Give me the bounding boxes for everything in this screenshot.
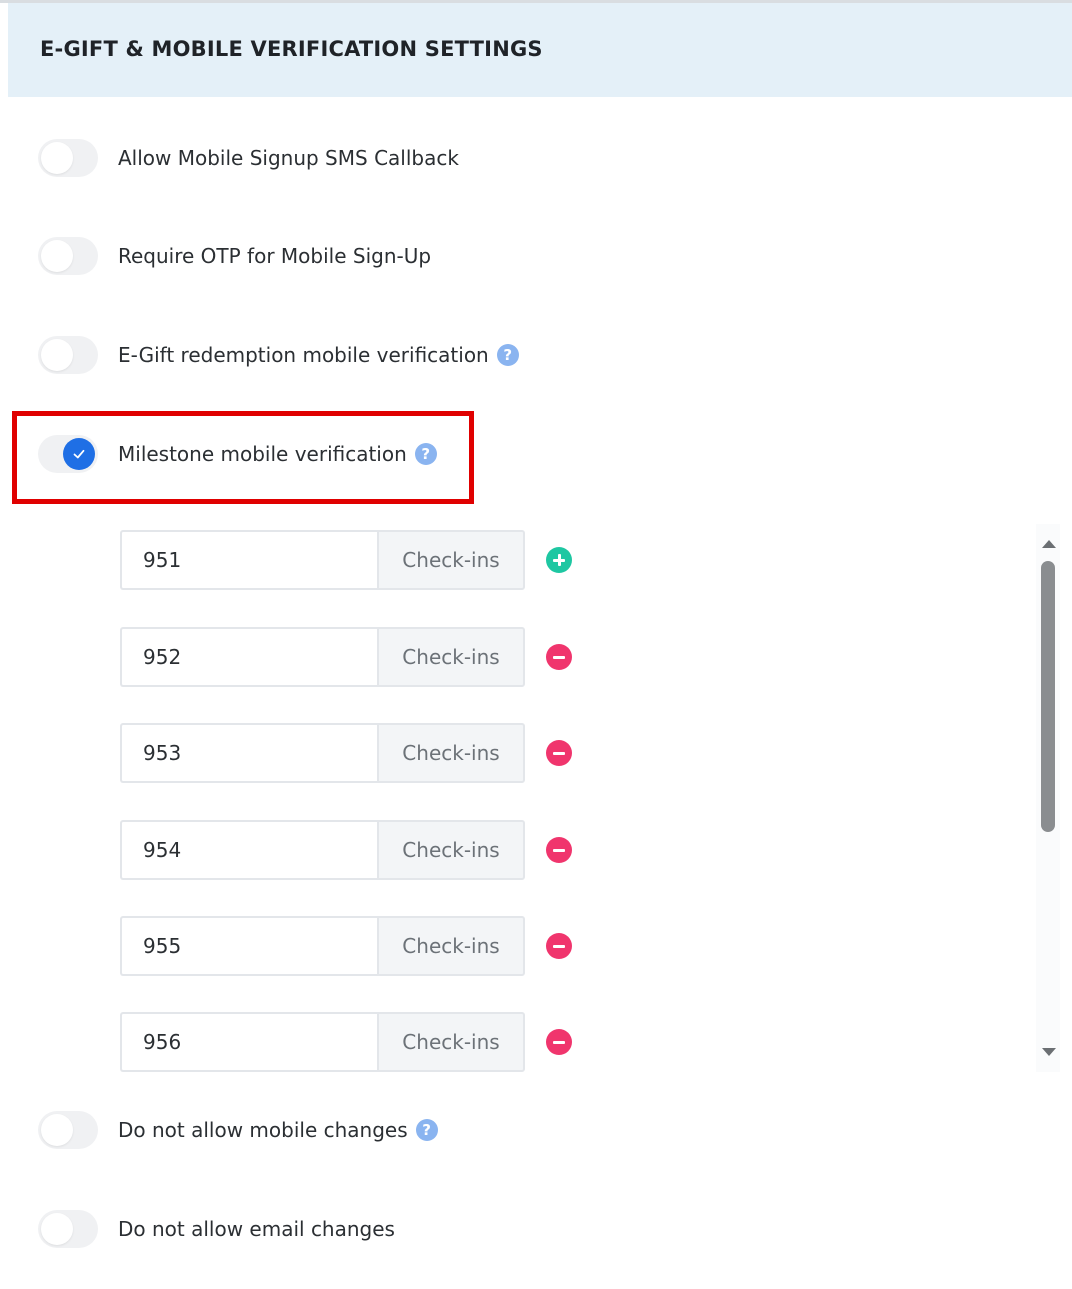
help-icon[interactable]: ? xyxy=(414,443,437,465)
milestone-row: 954 Check-ins xyxy=(120,820,572,880)
minus-icon xyxy=(553,944,565,948)
setting-label: Do not allow mobile changes xyxy=(118,1118,408,1142)
remove-milestone-button[interactable] xyxy=(546,837,572,863)
section-title: E-GIFT & MOBILE VERIFICATION SETTINGS xyxy=(40,37,543,61)
toggle-no-mobile-changes[interactable] xyxy=(38,1111,98,1149)
minus-icon xyxy=(553,655,565,659)
setting-label: Require OTP for Mobile Sign-Up xyxy=(118,244,432,268)
check-icon xyxy=(73,449,85,459)
toggle-no-email-changes[interactable] xyxy=(38,1210,98,1248)
toggle-knob xyxy=(41,1114,73,1146)
milestone-value-input[interactable]: 954 xyxy=(120,820,377,880)
milestone-value-input[interactable]: 951 xyxy=(120,530,377,590)
toggle-knob xyxy=(41,1213,73,1245)
setting-row-sms-callback: Allow Mobile Signup SMS Callback xyxy=(38,138,459,178)
milestone-value-input[interactable]: 952 xyxy=(120,627,377,687)
toggle-knob xyxy=(41,142,73,174)
setting-row-milestone-verification: Milestone mobile verification ? xyxy=(38,434,437,474)
milestone-value-input[interactable]: 953 xyxy=(120,723,377,783)
setting-label: Do not allow email changes xyxy=(118,1217,395,1241)
setting-row-no-mobile-changes: Do not allow mobile changes ? xyxy=(38,1110,438,1150)
milestone-row: 952 Check-ins xyxy=(120,627,572,687)
toggle-knob xyxy=(41,339,73,371)
scroll-up-arrow-icon[interactable] xyxy=(1042,540,1056,548)
milestone-unit-label: Check-ins xyxy=(377,1012,525,1072)
toggle-knob xyxy=(63,438,95,470)
remove-milestone-button[interactable] xyxy=(546,933,572,959)
minus-icon xyxy=(553,751,565,755)
milestone-unit-label: Check-ins xyxy=(377,820,525,880)
add-milestone-button[interactable] xyxy=(546,547,572,573)
section-header: E-GIFT & MOBILE VERIFICATION SETTINGS xyxy=(8,3,1072,97)
milestone-list: 951 Check-ins 952 Check-ins 953 Check-in… xyxy=(118,524,1060,1072)
milestone-row: 953 Check-ins xyxy=(120,723,572,783)
setting-label: Milestone mobile verification xyxy=(118,442,407,466)
toggle-milestone-verification[interactable] xyxy=(38,435,98,473)
remove-milestone-button[interactable] xyxy=(546,740,572,766)
milestone-unit-label: Check-ins xyxy=(377,627,525,687)
toggle-egift-verification[interactable] xyxy=(38,336,98,374)
setting-row-egift-verification: E-Gift redemption mobile verification ? xyxy=(38,335,519,375)
milestone-unit-label: Check-ins xyxy=(377,723,525,783)
milestone-value-input[interactable]: 955 xyxy=(120,916,377,976)
minus-icon xyxy=(553,848,565,852)
toggle-knob xyxy=(41,240,73,272)
help-icon[interactable]: ? xyxy=(496,344,519,366)
setting-label: E-Gift redemption mobile verification xyxy=(118,343,489,367)
milestone-unit-label: Check-ins xyxy=(377,916,525,976)
minus-icon xyxy=(553,1040,565,1044)
remove-milestone-button[interactable] xyxy=(546,644,572,670)
plus-icon-vertical xyxy=(557,554,561,566)
scroll-down-arrow-icon[interactable] xyxy=(1042,1048,1056,1056)
setting-row-no-email-changes: Do not allow email changes xyxy=(38,1209,395,1249)
toggle-require-otp[interactable] xyxy=(38,237,98,275)
toggle-sms-callback[interactable] xyxy=(38,139,98,177)
milestone-unit-label: Check-ins xyxy=(377,530,525,590)
milestone-value-input[interactable]: 956 xyxy=(120,1012,377,1072)
milestone-row: 955 Check-ins xyxy=(120,916,572,976)
milestone-row: 956 Check-ins xyxy=(120,1012,572,1072)
scroll-thumb[interactable] xyxy=(1041,561,1055,832)
setting-label: Allow Mobile Signup SMS Callback xyxy=(118,146,459,170)
help-icon[interactable]: ? xyxy=(415,1119,438,1141)
milestone-row: 951 Check-ins xyxy=(120,530,572,590)
milestone-scrollbar[interactable] xyxy=(1036,524,1060,1072)
remove-milestone-button[interactable] xyxy=(546,1029,572,1055)
setting-row-require-otp: Require OTP for Mobile Sign-Up xyxy=(38,236,431,276)
